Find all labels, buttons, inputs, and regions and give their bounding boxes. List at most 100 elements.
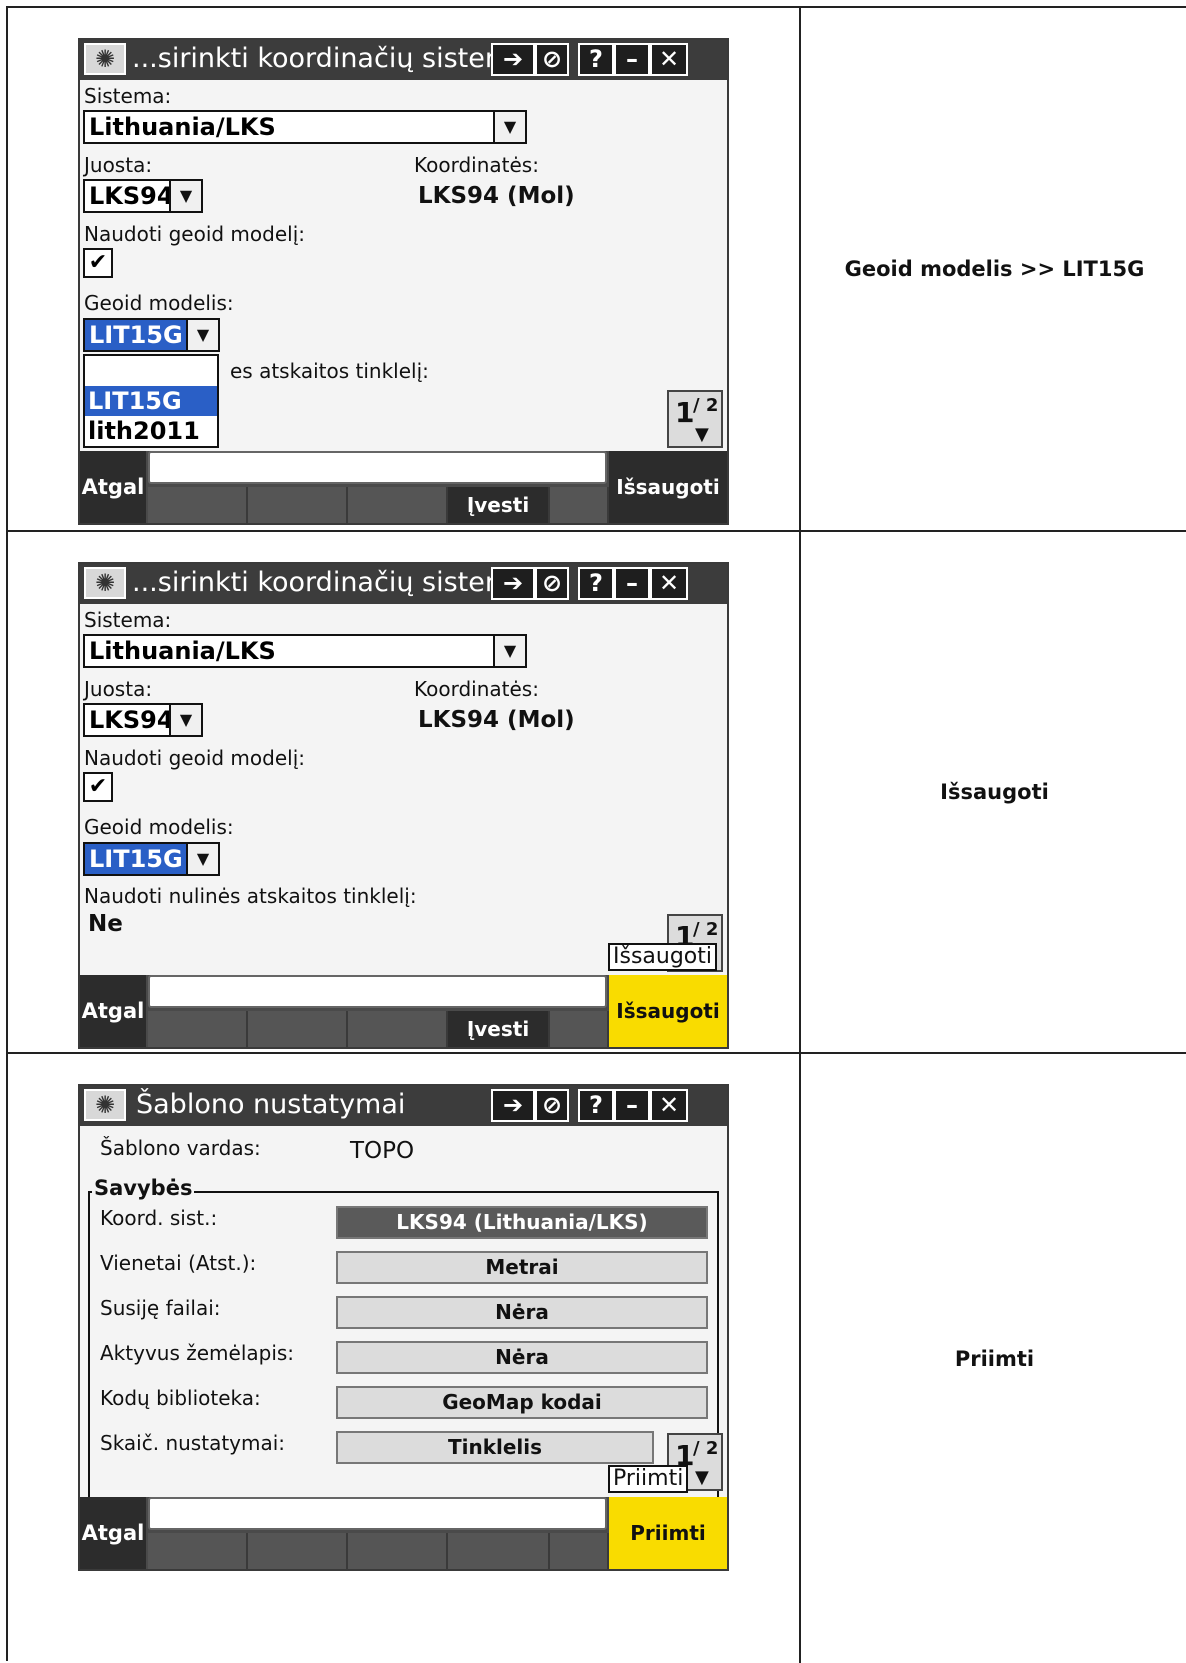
koordinates-label: Koordinatės: (414, 677, 539, 701)
softkey-4[interactable] (448, 1533, 550, 1569)
input-box[interactable] (148, 451, 607, 484)
template-name-label: Šablono vardas: (100, 1136, 261, 1160)
softkey-5[interactable] (550, 1011, 609, 1047)
coordinate-system-screen-2: ✺ ...sirinkti koordinačių sistemą ➔ ⊘ ? … (78, 562, 729, 1049)
window-title: Šablono nustatymai (136, 1089, 406, 1120)
trimble-globe-icon[interactable]: ✺ (84, 1089, 126, 1121)
back-button[interactable]: Atgal (80, 451, 146, 523)
softkey-2[interactable] (248, 487, 348, 523)
table-row-3: ✺ Šablono nustatymai ➔ ⊘ ? – ✕ Šablono v… (8, 1054, 1186, 1663)
accept-button[interactable]: Priimti (609, 1497, 727, 1569)
units-button[interactable]: Metrai (336, 1251, 708, 1284)
title-bar: ✺ ...sirinkti koordinačių sistemą ➔ ⊘ ? … (80, 564, 727, 604)
template-settings-screen: ✺ Šablono nustatymai ➔ ⊘ ? – ✕ Šablono v… (78, 1084, 729, 1571)
back-button[interactable]: Atgal (80, 975, 146, 1047)
property-label: Skaič. nustatymai: (100, 1431, 286, 1455)
code-library-button[interactable]: GeoMap kodai (336, 1386, 708, 1419)
chevron-down-icon[interactable]: ▼ (169, 705, 201, 735)
close-icon[interactable]: ✕ (650, 43, 688, 76)
chevron-down-icon: ▼ (695, 424, 709, 445)
dropdown-option-lith2011[interactable]: lith2011 (85, 416, 217, 446)
page-indicator[interactable]: 1 / 2 ▼ (667, 390, 723, 448)
geoid-use-checkbox[interactable]: ✔ (83, 248, 113, 278)
sistema-label: Sistema: (84, 84, 172, 108)
cogo-settings-button[interactable]: Tinklelis (336, 1431, 654, 1464)
sistema-value: Lithuania/LKS (89, 113, 276, 141)
bottom-bar: Atgal Įvesti Išsaugoti (80, 451, 727, 523)
switch-app-icon[interactable]: ➔ (491, 1089, 535, 1122)
switch-app-icon[interactable]: ➔ (491, 567, 535, 600)
bottom-bar: Atgal Įvesti Išsaugoti (80, 975, 727, 1047)
active-map-button[interactable]: Nėra (336, 1341, 708, 1374)
back-button[interactable]: Atgal (80, 1497, 146, 1569)
chevron-down-icon: ▼ (695, 1467, 709, 1488)
juosta-label: Juosta: (84, 677, 153, 701)
help-icon[interactable]: ? (578, 1089, 614, 1122)
input-box[interactable] (148, 975, 607, 1008)
dropdown-option-empty[interactable] (85, 356, 217, 386)
chevron-down-icon[interactable]: ▼ (186, 320, 218, 350)
stop-icon[interactable]: ⊘ (535, 567, 569, 600)
property-label: Koord. sist.: (100, 1206, 218, 1230)
window-title: ...sirinkti koordinačių sistemą (132, 567, 528, 598)
softkey-3[interactable] (348, 1011, 448, 1047)
save-button[interactable]: Išsaugoti (609, 451, 727, 523)
property-label: Aktyvus žemėlapis: (100, 1341, 295, 1365)
input-box[interactable] (148, 1497, 607, 1530)
linked-files-button[interactable]: Nėra (336, 1296, 708, 1329)
template-name-value: TOPO (350, 1138, 415, 1164)
geoid-use-checkbox[interactable]: ✔ (83, 772, 113, 802)
minimize-icon[interactable]: – (614, 43, 650, 76)
geoid-model-select[interactable]: LIT15G ▼ (83, 318, 220, 352)
title-bar: ✺ Šablono nustatymai ➔ ⊘ ? – ✕ (80, 1086, 727, 1126)
sistema-select[interactable]: Lithuania/LKS ▼ (83, 634, 527, 668)
chevron-down-icon[interactable]: ▼ (169, 181, 201, 211)
softkey-1[interactable] (148, 487, 248, 523)
switch-app-icon[interactable]: ➔ (491, 43, 535, 76)
sistema-select[interactable]: Lithuania/LKS ▼ (83, 110, 527, 144)
enter-button[interactable]: Įvesti (448, 487, 550, 523)
page-total: / 2 (693, 919, 719, 940)
chevron-down-icon[interactable]: ▼ (493, 112, 525, 142)
softkey-2[interactable] (248, 1533, 348, 1569)
close-icon[interactable]: ✕ (650, 1089, 688, 1122)
softkey-3[interactable] (348, 1533, 448, 1569)
juosta-value: LKS94 (89, 182, 174, 210)
accept-tooltip: Priimti (608, 1465, 689, 1493)
stop-icon[interactable]: ⊘ (535, 1089, 569, 1122)
geoid-model-select[interactable]: LIT15G ▼ (83, 842, 220, 876)
juosta-select[interactable]: LKS94 ▼ (83, 179, 203, 213)
softkey-5[interactable] (550, 487, 609, 523)
enter-button[interactable]: Įvesti (448, 1011, 550, 1047)
coordinate-system-button[interactable]: LKS94 (Lithuania/LKS) (336, 1206, 708, 1239)
geoid-model-value: LIT15G (89, 321, 183, 349)
chevron-down-icon[interactable]: ▼ (493, 636, 525, 666)
juosta-value: LKS94 (89, 706, 174, 734)
grid-value: Ne (88, 911, 123, 937)
table-row-2: ✺ ...sirinkti koordinačių sistemą ➔ ⊘ ? … (8, 532, 1186, 1054)
softkey-3[interactable] (348, 487, 448, 523)
chevron-down-icon[interactable]: ▼ (186, 844, 218, 874)
juosta-select[interactable]: LKS94 ▼ (83, 703, 203, 737)
geoid-model-label: Geoid modelis: (84, 815, 234, 839)
property-label: Susiję failai: (100, 1296, 221, 1320)
help-icon[interactable]: ? (578, 43, 614, 76)
trimble-globe-icon[interactable]: ✺ (84, 43, 126, 75)
softkey-1[interactable] (148, 1533, 248, 1569)
softkey-5[interactable] (550, 1533, 609, 1569)
stop-icon[interactable]: ⊘ (535, 43, 569, 76)
page-number: 1 (675, 396, 695, 429)
geoid-use-label: Naudoti geoid modelį: (84, 746, 305, 770)
step-caption: Geoid modelis >> LIT15G (844, 257, 1145, 281)
trimble-globe-icon[interactable]: ✺ (84, 567, 126, 599)
save-tooltip: Išsaugoti (608, 943, 717, 971)
window-title: ...sirinkti koordinačių sistemą (132, 43, 528, 74)
softkey-2[interactable] (248, 1011, 348, 1047)
minimize-icon[interactable]: – (614, 1089, 650, 1122)
minimize-icon[interactable]: – (614, 567, 650, 600)
close-icon[interactable]: ✕ (650, 567, 688, 600)
dropdown-option-lit15g[interactable]: LIT15G (85, 386, 217, 416)
save-button[interactable]: Išsaugoti (609, 975, 727, 1047)
help-icon[interactable]: ? (578, 567, 614, 600)
softkey-1[interactable] (148, 1011, 248, 1047)
